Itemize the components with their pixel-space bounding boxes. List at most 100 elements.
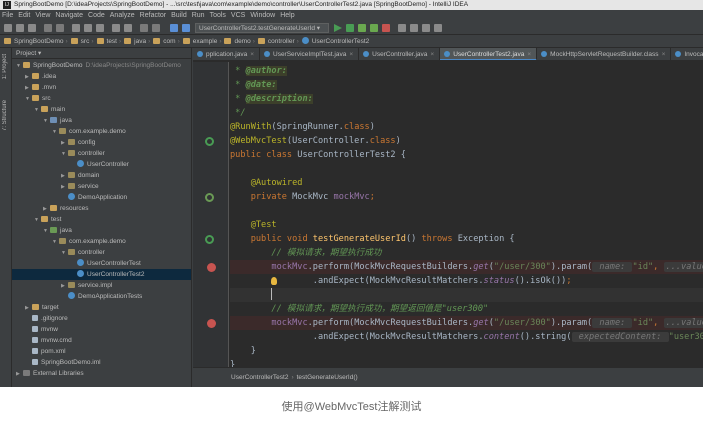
breadcrumb-item[interactable]: com: [163, 38, 175, 45]
breakpoint-icon[interactable]: [207, 318, 216, 328]
code-line[interactable]: private MockMvc mockMvc;: [230, 190, 703, 204]
code-line[interactable]: [230, 288, 703, 302]
tree-node[interactable]: ▼ controller: [12, 247, 191, 258]
code-line[interactable]: // 模拟请求，期望执行成功: [230, 246, 703, 260]
run-icon[interactable]: [334, 24, 342, 32]
code-line[interactable]: mockMvc.perform(MockMvcRequestBuilders.g…: [230, 260, 703, 274]
code-line[interactable]: }: [230, 344, 703, 358]
tree-node[interactable]: ▶ .mvn: [12, 82, 191, 93]
menu-item-navigate[interactable]: Navigate: [55, 12, 83, 19]
tree-node[interactable]: ▼ controller: [12, 148, 191, 159]
tree-node[interactable]: ▶ config: [12, 137, 191, 148]
breadcrumb-item[interactable]: demo: [234, 38, 250, 45]
redo-icon[interactable]: [152, 24, 160, 32]
menu-item-tools[interactable]: Tools: [210, 12, 226, 19]
menu-item-view[interactable]: View: [35, 12, 50, 19]
bean-navigation-icon[interactable]: [205, 192, 214, 202]
menu-item-help[interactable]: Help: [280, 12, 294, 19]
code-line[interactable]: // 模拟请求，期望执行成功，期望返回值是"user300": [230, 302, 703, 316]
sync-icon[interactable]: [28, 24, 36, 32]
tree-node[interactable]: ▶ service: [12, 181, 191, 192]
breadcrumb-item[interactable]: java: [134, 38, 146, 45]
tree-node[interactable]: UserController: [12, 159, 191, 170]
tree-node[interactable]: UserControllerTest: [12, 258, 191, 269]
menu-item-vcs[interactable]: VCS: [231, 12, 245, 19]
make-icon[interactable]: [182, 24, 190, 32]
breadcrumb-item[interactable]: src: [81, 38, 90, 45]
close-icon[interactable]: ×: [349, 51, 353, 58]
tree-node[interactable]: ▼ java: [12, 225, 191, 236]
sdk-icon[interactable]: [422, 24, 430, 32]
save-icon[interactable]: [16, 24, 24, 32]
back-icon[interactable]: [44, 24, 52, 32]
code-line[interactable]: public void testGenerateUserId() throws …: [230, 232, 703, 246]
settings-icon[interactable]: [410, 24, 418, 32]
tree-node[interactable]: ▶ service.impl: [12, 280, 191, 291]
code-line[interactable]: */: [230, 106, 703, 120]
editor-gutter[interactable]: [193, 62, 229, 367]
stop-icon[interactable]: [382, 24, 390, 32]
code-line[interactable]: @WebMvcTest(UserController.class): [230, 134, 703, 148]
editor-tab[interactable]: pplication.java ×: [193, 48, 260, 60]
coverage-icon[interactable]: [358, 24, 366, 32]
breakpoint-icon[interactable]: [207, 262, 216, 272]
close-icon[interactable]: ×: [430, 51, 434, 58]
run-test-gutter-icon[interactable]: [205, 136, 214, 146]
editor-tab[interactable]: UserServiceImplTest.java ×: [260, 48, 360, 60]
forward-icon[interactable]: [56, 24, 64, 32]
cut-icon[interactable]: [72, 24, 80, 32]
code-line[interactable]: .andExpect(MockMvcResultMatchers.content…: [230, 330, 703, 344]
project-structure-icon[interactable]: [398, 24, 406, 32]
menu-item-window[interactable]: Window: [250, 12, 275, 19]
find-icon[interactable]: [112, 24, 120, 32]
close-icon[interactable]: ×: [250, 51, 254, 58]
close-icon[interactable]: ×: [527, 51, 531, 58]
code-line[interactable]: * @author:: [230, 64, 703, 78]
tree-node[interactable]: ▶ domain: [12, 170, 191, 181]
code-line[interactable]: .andExpect(MockMvcResultMatchers.status(…: [230, 274, 703, 288]
project-panel-header[interactable]: Project ▾: [12, 48, 191, 59]
debug-icon[interactable]: [346, 24, 354, 32]
help-icon[interactable]: [434, 24, 442, 32]
tree-node[interactable]: .gitignore: [12, 313, 191, 324]
structure-tool-tab[interactable]: 7: Structure: [2, 100, 8, 131]
status-breadcrumb-item[interactable]: UserControllerTest2: [231, 374, 288, 381]
editor-tab[interactable]: Invocab: [671, 48, 703, 60]
breadcrumb-item[interactable]: test: [107, 38, 117, 45]
tree-node[interactable]: UserControllerTest2: [12, 269, 191, 280]
tree-node[interactable]: pom.xml: [12, 346, 191, 357]
menu-item-build[interactable]: Build: [171, 12, 187, 19]
menu-item-code[interactable]: Code: [88, 12, 105, 19]
profile-icon[interactable]: [370, 24, 378, 32]
tree-node[interactable]: mvnw: [12, 324, 191, 335]
close-icon[interactable]: ×: [662, 51, 666, 58]
tree-node[interactable]: ▶ .idea: [12, 71, 191, 82]
code-line[interactable]: [230, 204, 703, 218]
breadcrumb-item[interactable]: SpringBootDemo: [14, 38, 64, 45]
tree-node[interactable]: ▶ resources: [12, 203, 191, 214]
run-configuration-select[interactable]: UserControllerTest2.testGenerateUserId ▾: [195, 23, 329, 33]
tree-node[interactable]: ▼ com.example.demo: [12, 126, 191, 137]
undo-icon[interactable]: [140, 24, 148, 32]
code-line[interactable]: * @date:: [230, 78, 703, 92]
tree-node[interactable]: ▼ src: [12, 93, 191, 104]
tree-node[interactable]: ▼ SpringBootDemo D:\ideaProjects\SpringBoo…: [12, 60, 191, 71]
collapse-arrow-icon[interactable]: ▶: [16, 369, 23, 380]
tree-node[interactable]: ▼ test: [12, 214, 191, 225]
tree-node[interactable]: mvnw.cmd: [12, 335, 191, 346]
copy-icon[interactable]: [84, 24, 92, 32]
open-folder-icon[interactable]: [4, 24, 12, 32]
breadcrumb-item[interactable]: example: [193, 38, 218, 45]
breadcrumb-item[interactable]: controller: [268, 38, 295, 45]
editor-tab[interactable]: MockHttpServletRequestBuilder.class ×: [537, 48, 672, 60]
editor-tab[interactable]: UserController.java ×: [359, 48, 441, 60]
code-line[interactable]: * @description:: [230, 92, 703, 106]
code-line[interactable]: public class UserControllerTest2 {: [230, 148, 703, 162]
tree-node[interactable]: ▶ target: [12, 302, 191, 313]
replace-icon[interactable]: [124, 24, 132, 32]
menu-item-run[interactable]: Run: [192, 12, 205, 19]
run-test-gutter-icon[interactable]: [205, 234, 214, 244]
code-line[interactable]: @Autowired: [230, 176, 703, 190]
menu-item-refactor[interactable]: Refactor: [140, 12, 166, 19]
tree-node[interactable]: ▼ java: [12, 115, 191, 126]
